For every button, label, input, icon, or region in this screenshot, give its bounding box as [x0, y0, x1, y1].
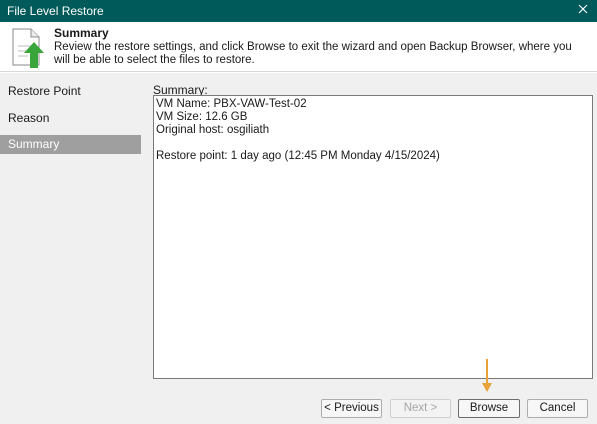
- restore-wizard-icon: [12, 28, 44, 68]
- previous-button[interactable]: < Previous: [321, 399, 382, 418]
- window-title: File Level Restore: [7, 4, 104, 18]
- wizard-steps-sidebar: Restore Point Reason Summary: [0, 73, 141, 391]
- close-icon[interactable]: [576, 2, 590, 16]
- summary-line-original-host: Original host: osgiliath: [156, 124, 270, 136]
- sidebar-item-summary[interactable]: Summary: [0, 135, 141, 154]
- header-description: Review the restore settings, and click B…: [54, 41, 572, 66]
- wizard-header: Summary Review the restore settings, and…: [0, 22, 597, 72]
- summary-line-vm-size: VM Size: 12.6 GB: [156, 111, 248, 123]
- cancel-button[interactable]: Cancel: [527, 399, 588, 418]
- down-arrow-annotation-icon: [482, 359, 492, 392]
- summary-textbox[interactable]: VM Name: PBX-VAW-Test-02 VM Size: 12.6 G…: [153, 95, 593, 379]
- wizard-footer: < Previous Next > Browse Cancel: [0, 391, 597, 424]
- header-title: Summary: [54, 26, 109, 40]
- title-bar: File Level Restore: [0, 0, 597, 22]
- next-button[interactable]: Next >: [390, 399, 451, 418]
- sidebar-item-restore-point[interactable]: Restore Point: [0, 82, 141, 101]
- sidebar-item-reason[interactable]: Reason: [0, 109, 141, 128]
- summary-line-vm-name: VM Name: PBX-VAW-Test-02: [156, 98, 307, 110]
- summary-line-restore-point: Restore point: 1 day ago (12:45 PM Monda…: [156, 150, 440, 162]
- summary-panel: Summary: VM Name: PBX-VAW-Test-02 VM Siz…: [141, 73, 597, 391]
- browse-button[interactable]: Browse: [458, 399, 520, 418]
